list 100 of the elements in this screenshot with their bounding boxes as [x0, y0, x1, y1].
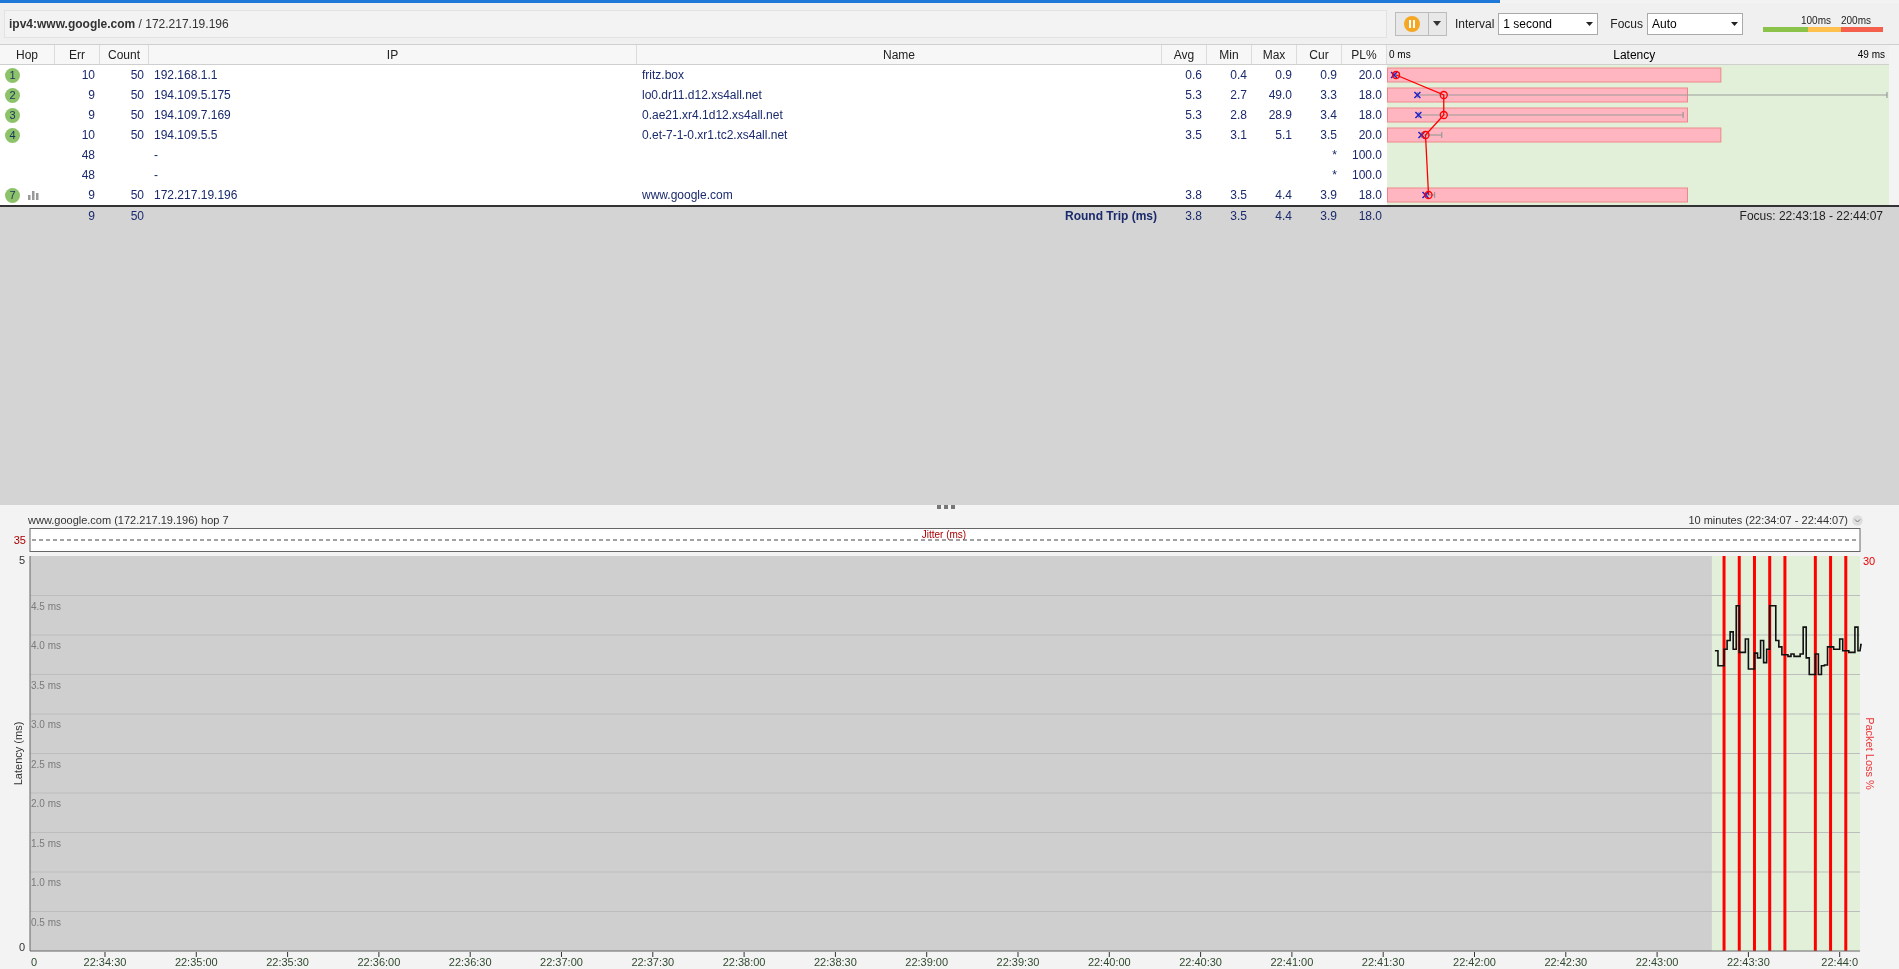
table-cell: 20.0: [1358, 128, 1382, 142]
caret-icon: [1586, 21, 1594, 26]
column-header[interactable]: Count: [100, 45, 149, 64]
graph-title: www.google.com (172.217.19.196) hop 7: [28, 513, 229, 529]
splitter-handle[interactable]: [937, 505, 955, 509]
legend-label: 100ms: [1800, 15, 1831, 27]
y-tick-label: 5: [18, 554, 25, 566]
legend-label: 200ms: [1841, 15, 1871, 27]
x-tick-label: 22:42:30: [1544, 956, 1588, 968]
table-cell: 0.4: [1230, 68, 1247, 82]
column-header[interactable]: Max: [1252, 45, 1297, 64]
x-tick-label: 22:42:00: [1453, 956, 1496, 968]
table-cell: 0.et-7-1-0.xr1.tc2.xs4all.net: [642, 128, 788, 142]
gridline-label: 3.5 ms: [31, 679, 61, 691]
x-tick-label: 22:38:00: [722, 956, 766, 968]
x-tick-label: 22:37:30: [631, 956, 675, 968]
column-header[interactable]: Avg: [1162, 45, 1207, 64]
table-cell: 194.109.5.175: [154, 88, 231, 102]
latency-title: Latency: [1613, 46, 1656, 64]
gridline-label: 2.5 ms: [31, 758, 61, 770]
column-header[interactable]: Hop: [0, 45, 55, 64]
table-cell: 172.217.19.196: [154, 188, 238, 202]
table-cell: 0.ae21.xr4.1d12.xs4all.net: [642, 108, 783, 122]
table-cell: 194.109.5.5: [154, 128, 218, 142]
loss-axis-tick: 30: [1863, 555, 1876, 567]
average-marker: [1424, 190, 1433, 200]
target-field[interactable]: ipv4:www.google.com / 172.217.19.196: [4, 9, 1387, 38]
x-tick-label: 22:41:00: [1270, 956, 1314, 968]
loss-axis-title: Packet Loss %: [1864, 717, 1876, 790]
table-cell: 50: [130, 209, 144, 223]
caret-icon: [1433, 21, 1442, 26]
min-marker: [1421, 191, 1430, 199]
average-marker: [1421, 130, 1430, 140]
table-cell: 10: [81, 128, 95, 142]
table-cell: 0.6: [1185, 68, 1202, 82]
time-range: 10 minutes (22:34:07 - 22:44:07): [1688, 513, 1848, 529]
table-cell: 192.168.1.1: [154, 68, 218, 82]
x-tick-label: 22:36:00: [357, 956, 401, 968]
table-cell: 20.0: [1358, 68, 1382, 82]
gridline-label: 4.5 ms: [31, 600, 61, 612]
table-cell: 50: [130, 88, 144, 102]
table-cell: 5.1: [1275, 128, 1292, 142]
table-cell: *: [1332, 168, 1337, 182]
min-marker: [1417, 131, 1426, 139]
min-marker: [1414, 111, 1423, 119]
column-header[interactable]: IP: [149, 45, 637, 64]
table-cell: 3.9: [1320, 209, 1337, 223]
column-header[interactable]: Err: [55, 45, 100, 64]
x-tick-label: 22:38:30: [814, 956, 857, 968]
gridline-label: 1.0 ms: [31, 877, 61, 888]
table-cell: fritz.box: [642, 68, 684, 82]
axis-label: 49 ms: [1857, 48, 1886, 62]
focus-range: Focus: 22:43:18 - 22:44:07: [1739, 209, 1883, 223]
table-cell: 194.109.7.169: [154, 108, 231, 122]
gridline-label: 3.0 ms: [31, 719, 61, 730]
table-cell: 28.9: [1268, 108, 1292, 122]
table-cell: www.google.com: [642, 188, 733, 202]
table-cell: 0.9: [1275, 68, 1292, 82]
table-cell: 18.0: [1358, 88, 1382, 102]
y-axis-title: Latency (ms): [12, 721, 24, 786]
table-cell: 3.8: [1185, 209, 1202, 223]
table-cell: 2.8: [1230, 108, 1247, 122]
axis-label: 0 ms: [1389, 48, 1411, 62]
table-cell: 3.9: [1320, 188, 1337, 202]
table-cell: 5.3: [1185, 108, 1202, 122]
table-cell: 0.9: [1320, 68, 1337, 82]
table-cell: -: [154, 148, 158, 162]
dropdown-button[interactable]: [1428, 11, 1447, 36]
table-cell: 3.3: [1320, 88, 1337, 102]
average-marker: [1439, 90, 1448, 100]
interval-select[interactable]: 1 second: [1498, 12, 1599, 35]
table-cell: 48: [81, 168, 95, 182]
x-tick-label: 22:44:0: [1821, 956, 1859, 968]
min-marker: [1413, 91, 1422, 99]
table-cell: 2.7: [1230, 88, 1247, 102]
jitter-tick: 35: [13, 534, 26, 546]
x-tick-label: 22:40:00: [1087, 956, 1131, 968]
hop-number: 7: [5, 187, 20, 203]
hop-number: 2: [5, 87, 20, 103]
x-tick-label: 22:39:30: [996, 956, 1040, 968]
column-header[interactable]: Cur: [1297, 45, 1342, 64]
table-cell: 3.8: [1185, 188, 1202, 202]
table-cell: 18.0: [1358, 188, 1382, 202]
table-cell: lo0.dr11.d12.xs4all.net: [642, 88, 762, 102]
chevron-down-icon[interactable]: [1852, 515, 1863, 526]
table-cell: 10: [81, 68, 95, 82]
table-cell: 9: [88, 88, 95, 102]
table-cell: 3.5: [1230, 188, 1247, 202]
hop-number: 1: [5, 67, 20, 83]
range-whisker: [1424, 191, 1436, 199]
gridline-label: 0.5 ms: [31, 916, 61, 928]
column-header[interactable]: Name: [637, 45, 1162, 64]
interval-label: Interval: [1454, 15, 1495, 33]
focus-label: Focus: [1610, 15, 1643, 33]
caret-icon: [1731, 21, 1738, 26]
table-cell: 18.0: [1358, 108, 1382, 122]
focus-select[interactable]: Auto: [1647, 12, 1743, 35]
x-tick-label: 22:40:30: [1179, 956, 1222, 968]
column-header[interactable]: Min: [1207, 45, 1252, 64]
bar-chart-icon[interactable]: [28, 190, 40, 200]
